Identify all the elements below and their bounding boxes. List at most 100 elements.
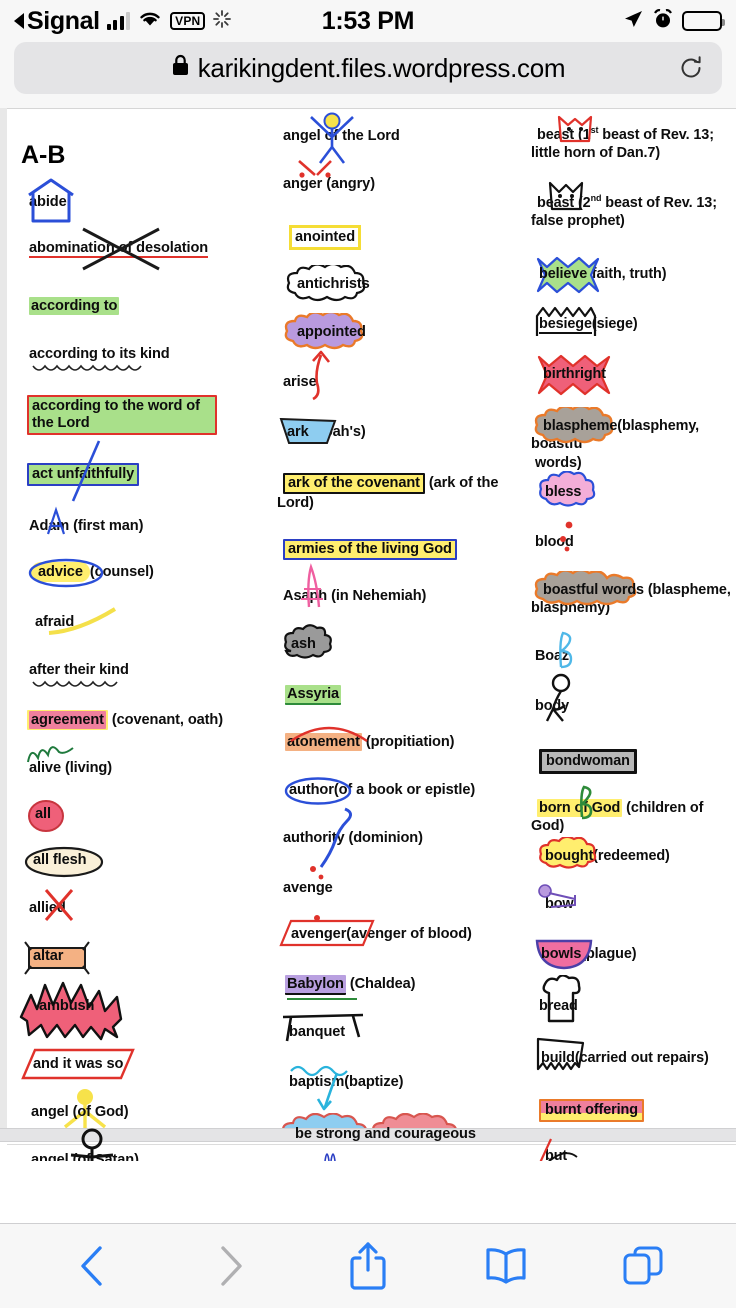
term-note: (in Nehemiah) bbox=[331, 588, 427, 604]
bookmarks-button[interactable] bbox=[476, 1236, 536, 1296]
term-text: ash bbox=[291, 636, 316, 652]
entry-altar: altar bbox=[17, 941, 259, 997]
term-text: birthright bbox=[543, 366, 606, 382]
entry-body: body bbox=[531, 673, 736, 749]
term-text: ambush bbox=[39, 998, 95, 1014]
entry-abide: abide bbox=[17, 178, 259, 239]
entry-asaph: Asaph (in Nehemiah) bbox=[277, 563, 509, 635]
term-text: angel (of God) bbox=[31, 1104, 129, 1120]
entry-ark: ark(Noah's) bbox=[277, 417, 509, 473]
entry-all: all bbox=[17, 800, 259, 851]
entry-boastful-words: boastful words (blaspheme, blasphemy) bbox=[531, 571, 736, 647]
entry-assyria: Assyria bbox=[277, 685, 509, 733]
term-text: Boaz bbox=[535, 648, 569, 664]
pdf-page-sheet: A-B abide abomination of desolation acco… bbox=[7, 108, 736, 1161]
term-note-line2: words) bbox=[535, 454, 582, 471]
entry-alive: alive (living) bbox=[17, 746, 259, 805]
entry-bondwoman: bondwoman bbox=[531, 749, 736, 799]
entry-according-to: according to bbox=[17, 297, 259, 345]
entry-anointed: anointed bbox=[277, 225, 509, 275]
column-2: angel of the Lord anger (angry) anointed bbox=[259, 112, 509, 1155]
term-text: banquet bbox=[289, 1024, 346, 1040]
term-text: boastful words bbox=[543, 582, 644, 598]
lock-icon bbox=[171, 53, 190, 84]
entry-avenge: avenge bbox=[277, 866, 509, 925]
column-1: A-B abide abomination of desolation acco… bbox=[7, 123, 259, 1161]
back-button[interactable] bbox=[63, 1236, 123, 1296]
entry-all-flesh: all flesh bbox=[17, 846, 259, 899]
term-text: altar bbox=[33, 948, 64, 964]
cellular-signal-icon bbox=[106, 12, 131, 30]
term-text: ark bbox=[287, 424, 309, 440]
term-text: avenge bbox=[283, 880, 333, 896]
entry-build: build(carried out repairs) bbox=[531, 1037, 736, 1099]
term-text: Asaph bbox=[283, 588, 328, 604]
term-note: (siege) bbox=[591, 316, 638, 332]
location-arrow-icon bbox=[622, 8, 644, 35]
term-note: (of a book or epistle) bbox=[333, 782, 476, 798]
activity-spinner-icon bbox=[212, 9, 232, 34]
address-bar-content: karikingdent.files.wordpress.com bbox=[171, 53, 566, 84]
term-text-prefix: beast (2 bbox=[537, 194, 591, 211]
term-text: advice bbox=[31, 562, 90, 582]
term-text: Adam bbox=[29, 518, 70, 534]
entry-ash: ash bbox=[277, 624, 509, 685]
entry-angel-of-the-lord: angel of the Lord bbox=[277, 112, 509, 175]
term-text: angel (of Satan) bbox=[31, 1152, 139, 1161]
tabs-icon bbox=[623, 1246, 663, 1285]
web-page-viewport[interactable]: A-B abide abomination of desolation acco… bbox=[0, 108, 736, 1161]
address-bar[interactable]: karikingdent.files.wordpress.com bbox=[14, 42, 722, 94]
term-note: (redeemed) bbox=[593, 848, 670, 864]
entry-armies-of-the-living-god: armies of the living God bbox=[277, 539, 509, 587]
term-text: alive bbox=[29, 760, 61, 776]
entry-arise: arise bbox=[277, 350, 509, 423]
browser-bottom-toolbar bbox=[0, 1223, 736, 1308]
term-text: bought bbox=[545, 848, 594, 864]
battery-icon bbox=[682, 11, 725, 31]
bookmarks-icon bbox=[485, 1248, 526, 1284]
term-text: body bbox=[535, 698, 569, 714]
term-text: be strong and courageous bbox=[295, 1126, 476, 1142]
vpn-badge: VPN bbox=[170, 12, 206, 30]
term-text: arise bbox=[283, 374, 317, 390]
entry-atonement: atonement (propitiation) bbox=[277, 726, 509, 781]
term-text: authority (dominion) bbox=[283, 830, 423, 846]
term-text: abomination of desolation bbox=[29, 240, 209, 258]
reload-icon[interactable] bbox=[678, 55, 704, 81]
term-text: blood bbox=[535, 534, 574, 550]
term-text: baptism bbox=[289, 1074, 345, 1090]
entry-baptism: baptism(baptize) bbox=[277, 1065, 509, 1125]
term-note: (baptize) bbox=[344, 1074, 404, 1090]
term-note: (Chaldea) bbox=[349, 976, 416, 992]
entry-ark-of-the-covenant: ark of the covenant (ark of the Lord) bbox=[277, 473, 509, 539]
term-note: (plague) bbox=[581, 946, 637, 962]
entry-adam: Adam (first man) bbox=[17, 506, 259, 563]
entry-allied: allied bbox=[17, 889, 259, 947]
carrier-name: Signal bbox=[27, 6, 100, 35]
term-text: agreement bbox=[29, 711, 106, 729]
alarm-clock-icon bbox=[653, 8, 673, 35]
share-button[interactable] bbox=[338, 1236, 398, 1296]
term-text: act unfaithfully bbox=[27, 463, 140, 486]
term-text: believe bbox=[539, 266, 588, 282]
term-note: (first man) bbox=[73, 518, 144, 534]
term-text: appointed bbox=[297, 324, 366, 340]
back-triangle-icon[interactable] bbox=[14, 13, 24, 29]
term-text: ark of the covenant bbox=[283, 473, 425, 494]
entry-boaz: Boaz bbox=[531, 631, 736, 697]
term-note: (faith, truth) bbox=[587, 266, 667, 282]
term-text-prefix: beast (1 bbox=[537, 126, 591, 143]
term-text: all flesh bbox=[33, 852, 87, 868]
term-text: but bbox=[545, 1148, 568, 1161]
forward-chevron-icon bbox=[221, 1246, 243, 1286]
term-text: avenger bbox=[291, 926, 347, 942]
forward-button[interactable] bbox=[200, 1236, 260, 1296]
carrier-label: Signal bbox=[14, 7, 100, 36]
term-text: allied bbox=[29, 900, 66, 916]
entry-avenger: avenger(avenger of blood) bbox=[277, 915, 509, 975]
back-chevron-icon bbox=[81, 1246, 102, 1286]
term-text: bread bbox=[539, 998, 578, 1014]
term-note: (Noah's) bbox=[308, 424, 366, 440]
tabs-button[interactable] bbox=[613, 1236, 673, 1296]
entry-birthright: birthright bbox=[531, 354, 736, 417]
